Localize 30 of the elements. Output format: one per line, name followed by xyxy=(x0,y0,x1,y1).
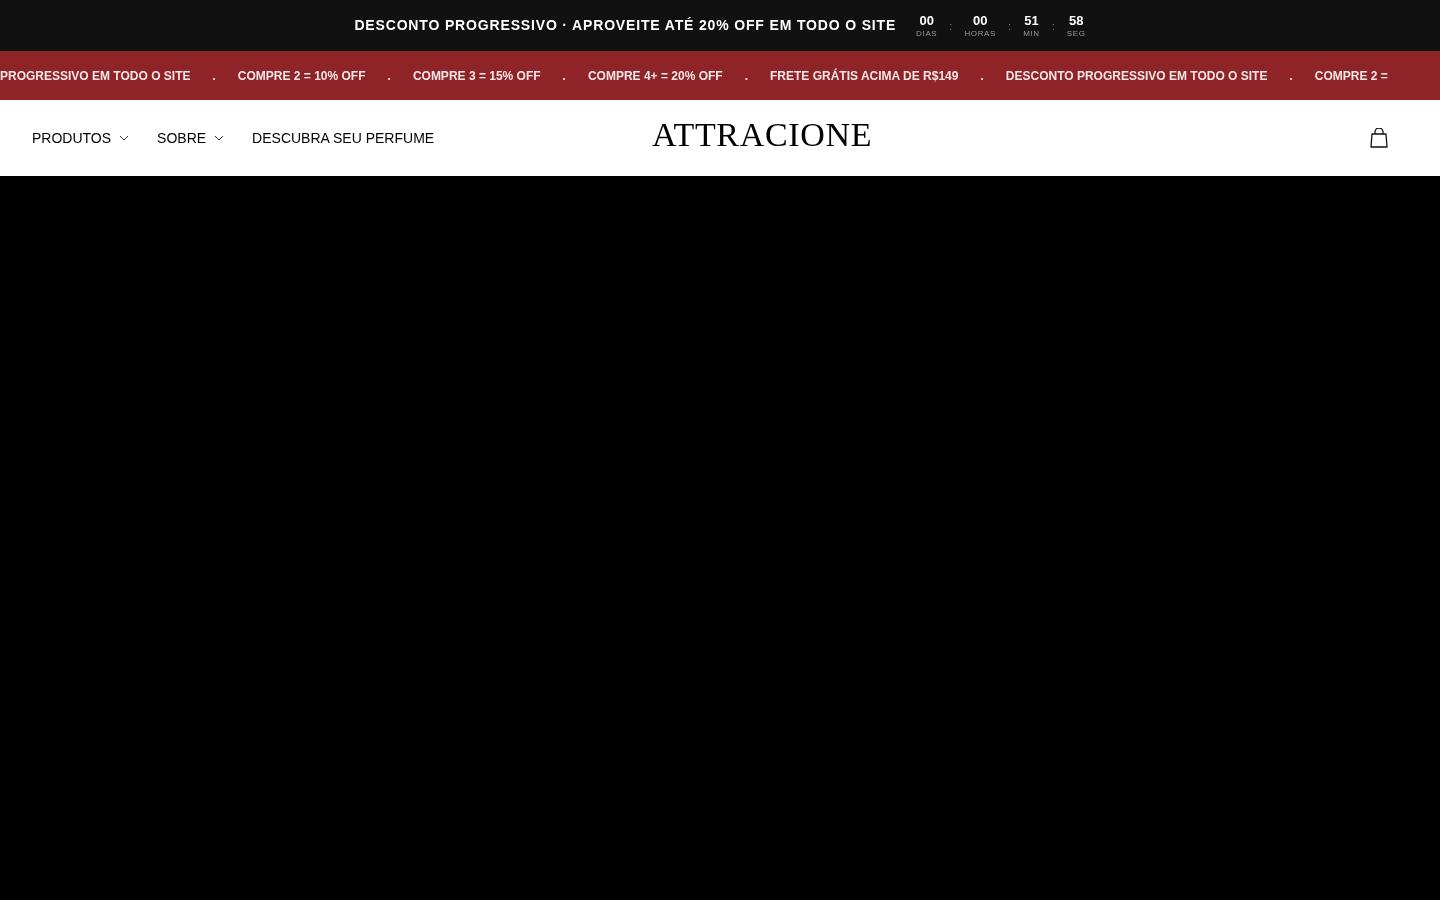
ticker-message: PROGRESSIVO EM TODO O SITE xyxy=(0,67,191,85)
ticker-message: DESCONTO PROGRESSIVO EM TODO O SITE xyxy=(1005,67,1268,85)
ticker-dot: . xyxy=(387,67,391,85)
ticker-dot: . xyxy=(212,67,216,85)
ticker-message: COMPRE 2 = 10% OFF xyxy=(237,67,366,85)
ticker-message: COMPRE 2 = xyxy=(1314,67,1388,85)
ticker-message: FRETE GRÁTIS ACIMA DE R$149 xyxy=(770,67,959,85)
nav-link[interactable]: DESCUBRA SEU PERFUME xyxy=(252,127,435,149)
ticker-dot: . xyxy=(980,67,984,85)
promo-headline: DESCONTO PROGRESSIVO · APROVEITE ATÉ 20% OFF EM TODO O SITE xyxy=(354,16,897,35)
countdown-value: 51 xyxy=(1024,13,1039,27)
shopping-bag-icon[interactable] xyxy=(1370,128,1388,148)
ticker-dot: . xyxy=(1289,67,1293,85)
countdown-separator: : xyxy=(949,18,953,34)
countdown-value: 00 xyxy=(973,13,988,27)
countdown-unit: DIAS xyxy=(916,29,938,38)
ticker-dot: . xyxy=(562,67,566,85)
countdown-value: 00 xyxy=(919,13,934,27)
countdown-separator: : xyxy=(1051,18,1055,34)
nav-link[interactable]: SOBRE xyxy=(157,127,225,149)
countdown-unit: HORAS xyxy=(964,29,997,38)
logo[interactable]: ATTRACIONE xyxy=(652,118,873,152)
ticker-message: COMPRE 4+ = 20% OFF xyxy=(587,67,723,85)
ticker-message: COMPRE 3 = 15% OFF xyxy=(412,67,541,85)
countdown-separator: : xyxy=(1008,18,1012,34)
countdown-value: 58 xyxy=(1068,13,1084,27)
countdown-unit: SEG xyxy=(1066,29,1086,38)
countdown-unit: MIN xyxy=(1023,29,1040,38)
ticker-dot: . xyxy=(744,67,748,85)
nav-link[interactable]: PRODUTOS xyxy=(32,127,130,149)
